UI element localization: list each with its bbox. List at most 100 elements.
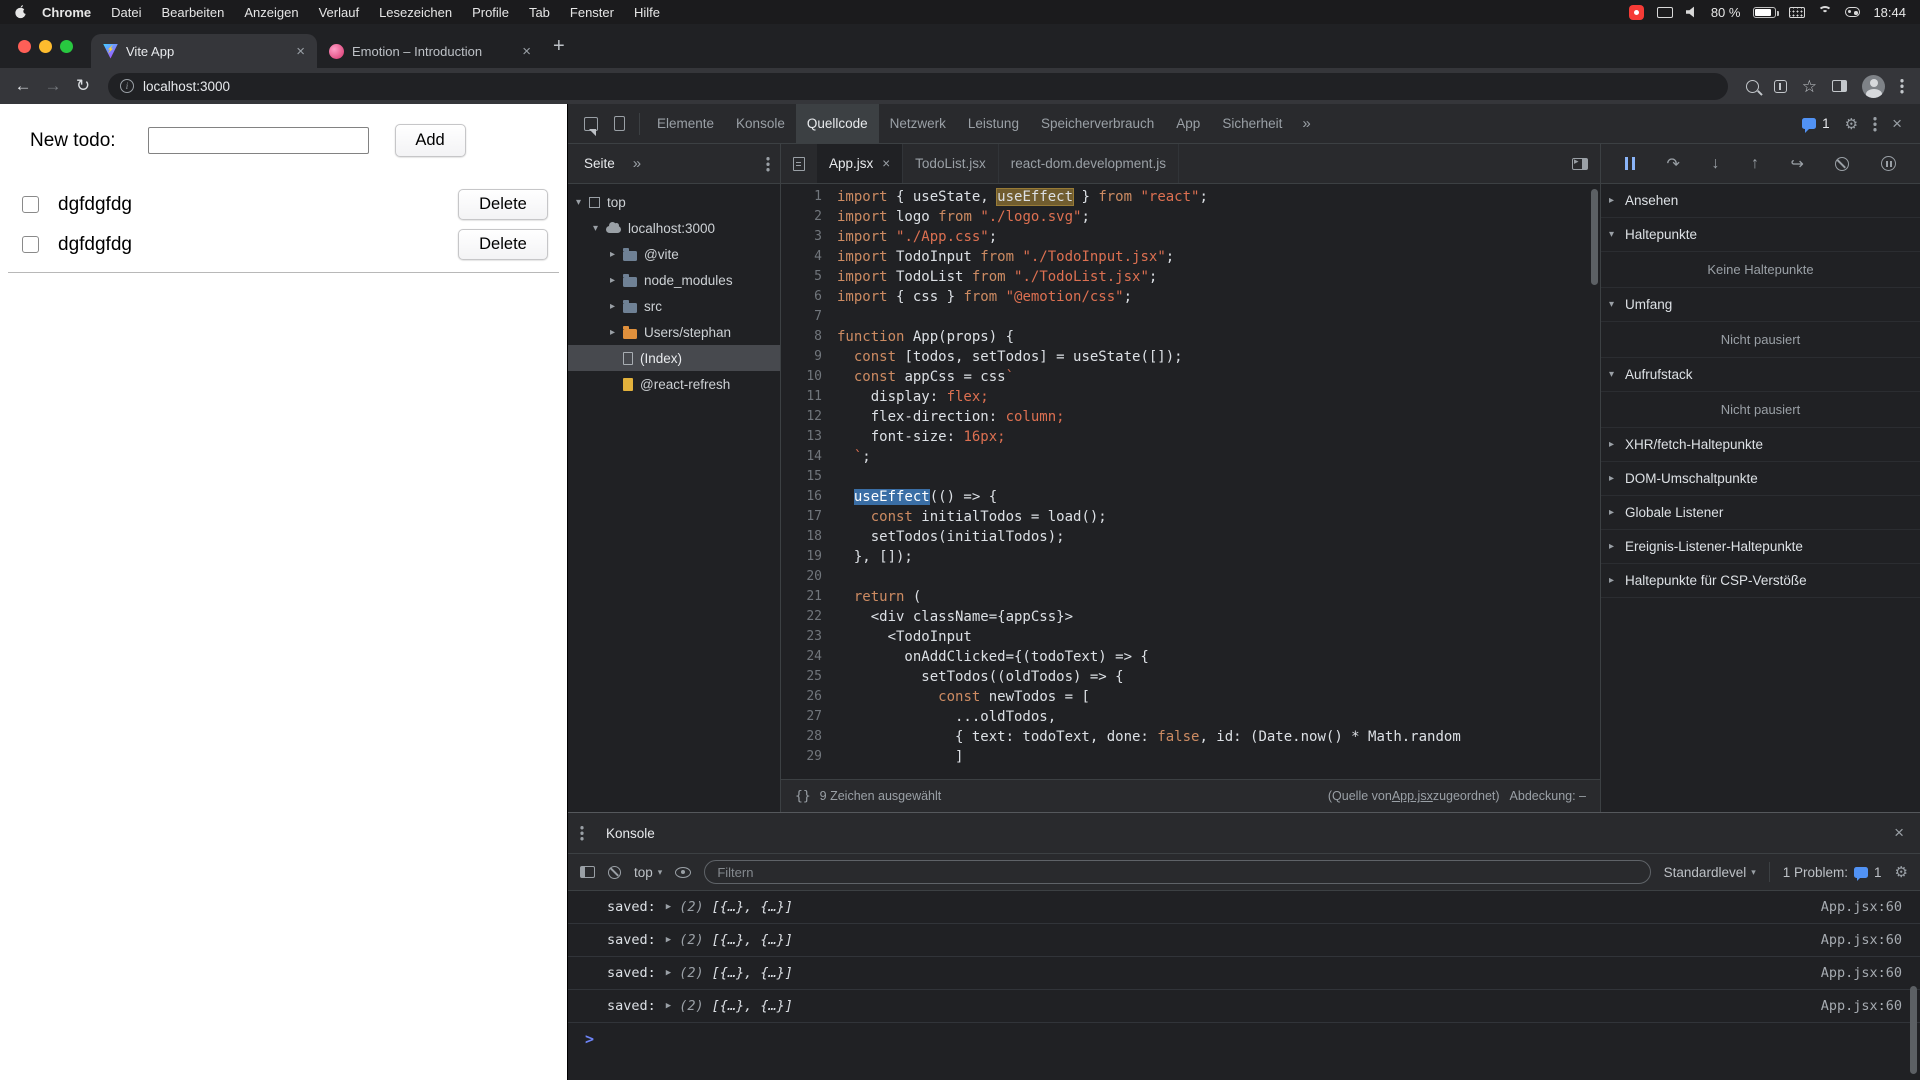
save-icon[interactable] [1773,79,1787,93]
tree-caret-icon[interactable]: ▸ [610,249,623,260]
devtools-tab-sicherheit[interactable]: Sicherheit [1211,104,1293,143]
console-scrollbar-thumb[interactable] [1910,986,1917,1074]
menu-item-tab[interactable]: Tab [519,5,560,20]
menubar-clock[interactable]: 18:44 [1873,5,1906,20]
pretty-print-icon[interactable]: {} [795,789,811,804]
pause-on-exceptions-icon[interactable] [1881,156,1896,171]
menu-item-verlauf[interactable]: Verlauf [309,5,369,20]
tree-item-@react-refresh[interactable]: @react-refresh [568,371,780,397]
issues-indicator[interactable]: 1 [1802,116,1830,133]
expand-arrow-icon[interactable]: ▶ [666,1001,671,1011]
side-panel-icon[interactable] [1832,80,1847,92]
tree-item-@vite[interactable]: ▸ @vite [568,241,780,267]
step-icon[interactable]: ↪ [1791,154,1804,174]
forward-button[interactable]: → [38,76,68,96]
apple-menu-icon[interactable] [14,4,28,20]
step-out-icon[interactable]: ↑ [1751,155,1759,173]
new-tab-button[interactable]: + [543,35,575,58]
keyboard-icon[interactable] [1789,6,1806,18]
toggle-debugger-sidebar-icon[interactable] [1572,144,1600,183]
volume-icon[interactable] [1685,6,1694,18]
battery-icon[interactable] [1753,6,1779,18]
file-navigator-icon[interactable] [781,144,817,183]
editor-scrollbar-thumb[interactable] [1591,189,1598,285]
tree-caret-icon[interactable]: ▸ [610,327,623,338]
problems-indicator[interactable]: 1 Problem: 1 [1783,865,1882,881]
debugger-section-haltepunkte[interactable]: ▾ Haltepunkte [1601,218,1920,252]
debugger-section-dom-umschaltpunkte[interactable]: ▸ DOM-Umschaltpunkte [1601,462,1920,496]
navigator-kebab-icon[interactable] [766,155,770,172]
debugger-section-globale-listener[interactable]: ▸ Globale Listener [1601,496,1920,530]
devtools-tab-netzwerk[interactable]: Netzwerk [879,104,957,143]
close-window-button[interactable] [18,39,31,53]
menu-item-chrome[interactable]: Chrome [32,5,101,20]
expand-arrow-icon[interactable]: ▶ [666,968,671,978]
fullscreen-window-button[interactable] [60,39,73,53]
tab-close-icon[interactable]: × [296,43,305,60]
devtools-menu-kebab-icon[interactable] [1873,115,1878,132]
settings-gear-icon[interactable]: ⚙ [1845,115,1858,133]
reload-button[interactable]: ↻ [68,76,98,96]
expand-arrow-icon[interactable]: ▶ [666,902,671,912]
devtools-tab-speicherverbrauch[interactable]: Speicherverbrauch [1030,104,1165,143]
devtools-tab-app[interactable]: App [1165,104,1211,143]
source-link[interactable]: App.jsx:60 [1821,998,1902,1014]
devtools-tab-quellcode[interactable]: Quellcode [795,104,879,143]
add-todo-button[interactable]: Add [394,124,466,157]
deactivate-breakpoints-icon[interactable] [1835,156,1850,171]
address-bar[interactable]: i localhost:3000 [108,72,1728,100]
zoom-icon[interactable] [1745,79,1759,93]
menu-item-anzeigen[interactable]: Anzeigen [234,5,308,20]
expand-arrow-icon[interactable]: ▶ [666,935,671,945]
screen-recording-indicator[interactable] [1628,4,1644,20]
browser-tab[interactable]: Vite App × [91,34,317,68]
tab-page[interactable]: Seite [578,156,621,171]
clear-console-icon[interactable] [608,865,621,879]
todo-checkbox[interactable] [22,196,39,213]
tree-caret-icon[interactable]: ▸ [610,301,623,312]
tree-item-src[interactable]: ▸ src [568,293,780,319]
debugger-section-haltepunkte-f-r-csp-verst-e[interactable]: ▸ Haltepunkte für CSP-Verstöße [1601,564,1920,598]
devtools-tab-konsole[interactable]: Konsole [725,104,796,143]
device-toolbar-icon[interactable] [609,116,625,131]
drawer-close-icon[interactable]: × [1894,823,1908,843]
code-editor[interactable]: 1 import { useState, useEffect } from "re… [781,184,1600,779]
step-into-icon[interactable]: ↓ [1711,155,1719,173]
wifi-icon[interactable] [1818,6,1833,18]
editor-scrollbar[interactable] [1589,184,1600,779]
devtools-tab-leistung[interactable]: Leistung [957,104,1030,143]
debugger-section-ereignis-listener-haltepunkte[interactable]: ▸ Ereignis-Listener-Haltepunkte [1601,530,1920,564]
tab-close-icon[interactable]: × [522,43,531,60]
drawer-kebab-icon[interactable] [580,825,584,841]
minimize-window-button[interactable] [39,39,52,53]
inspect-element-icon[interactable] [584,116,598,131]
menu-item-lesezeichen[interactable]: Lesezeichen [369,5,462,20]
new-todo-input[interactable] [147,127,369,154]
editor-tab-react-dom.development.js[interactable]: react-dom.development.js [999,144,1180,183]
step-over-icon[interactable]: ↷ [1667,154,1680,174]
debugger-section-aufrufstack[interactable]: ▾ Aufrufstack [1601,358,1920,392]
browser-tab[interactable]: Emotion – Introduction × [317,34,543,68]
sourcemap-link[interactable]: App.jsx [1392,789,1433,803]
site-info-icon[interactable]: i [120,79,134,93]
debugger-section-xhr-fetch-haltepunkte[interactable]: ▸ XHR/fetch-Haltepunkte [1601,428,1920,462]
console-filter-input[interactable] [704,860,1651,884]
tree-item-top[interactable]: ▾ top [568,189,780,215]
menu-item-bearbeiten[interactable]: Bearbeiten [151,5,234,20]
tree-item-localhost-3000[interactable]: ▾ localhost:3000 [568,215,780,241]
log-level-selector[interactable]: Standardlevel ▾ [1664,865,1756,880]
debugger-section-ansehen[interactable]: ▸ Ansehen [1601,184,1920,218]
tree-item-node-modules[interactable]: ▸ node_modules [568,267,780,293]
tree-item-(index)[interactable]: (Index) [568,345,780,371]
more-tabs-icon[interactable]: » [1293,115,1319,132]
tree-caret-icon[interactable]: ▾ [576,197,589,208]
back-button[interactable]: ← [8,76,38,96]
live-expression-eye-icon[interactable] [675,866,692,878]
tree-item-users-stephan[interactable]: ▸ Users/stephan [568,319,780,345]
display-icon[interactable] [1656,6,1673,18]
console-prompt[interactable]: > [568,1023,1920,1054]
menu-item-hilfe[interactable]: Hilfe [624,5,670,20]
control-center-icon[interactable] [1845,7,1861,17]
console-settings-gear-icon[interactable]: ⚙ [1895,863,1908,881]
pause-resume-icon[interactable] [1625,157,1635,170]
